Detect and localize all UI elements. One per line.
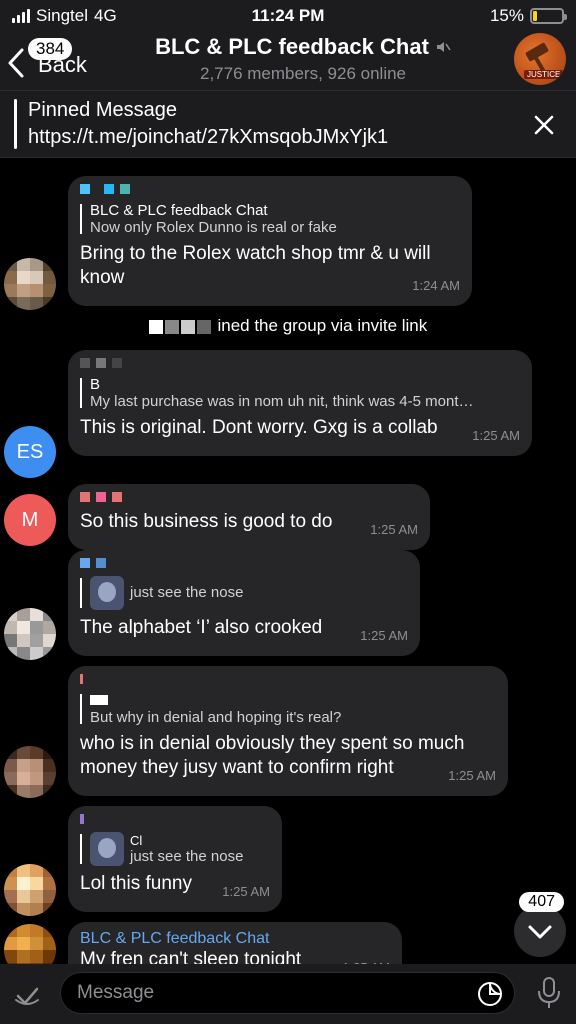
chat-title-text: BLC & PLC feedback Chat [155, 34, 429, 59]
reply-text: My last purchase was in nom uh nit, thin… [90, 393, 474, 410]
group-avatar[interactable]: JUSTICE [514, 33, 566, 85]
avatar[interactable] [4, 608, 56, 660]
message-time: 1:25 AM [222, 884, 270, 899]
message-input[interactable] [60, 972, 515, 1014]
reply-thumbnail [90, 832, 124, 866]
sender-name-redacted [80, 814, 270, 826]
scroll-down-button[interactable] [514, 905, 566, 957]
reply-sender: BLC & PLC feedback Chat [90, 202, 268, 219]
reply-text: just see the nose [130, 584, 244, 602]
reply-text: just see the nose [130, 847, 244, 865]
message-text: Lol this funny 1:25 AM [80, 872, 270, 899]
battery-icon [530, 8, 567, 24]
input-bar [0, 964, 576, 1024]
unread-badge: 384 [28, 38, 73, 60]
reply-preview[interactable]: just see the nose [80, 576, 408, 610]
avatar[interactable]: ES [4, 426, 56, 478]
message-text: The alphabet ‘I’ also crooked 1:25 AM [80, 616, 408, 643]
message-text: Bring to the Rolex watch shop tmr & u wi… [80, 242, 460, 293]
chat-title: BLC & PLC feedback Chat [155, 34, 451, 60]
message-bubble[interactable]: So this business is good to do 1:25 AM [68, 484, 430, 550]
message-time: 1:25 AM [342, 956, 390, 964]
chevron-left-icon [8, 48, 24, 78]
service-message: ined the group via invite link [0, 316, 576, 336]
message-text: who is in denial obviously they spent so… [80, 732, 496, 783]
service-text: ined the group via invite link [217, 316, 428, 335]
battery-percent: 15% [489, 6, 524, 25]
reply-preview[interactable]: Cl just see the nose [80, 832, 270, 866]
message-text: So this business is good to do 1:25 AM [80, 510, 418, 537]
unread-count-badge: 407 [519, 892, 564, 912]
avatar[interactable] [4, 258, 56, 310]
message-time: 1:25 AM [472, 428, 520, 443]
message-bubble[interactable]: Cl just see the nose Lol this funny 1:25 A… [68, 806, 282, 912]
pinned-message[interactable]: Pinned Message https://t.me/joinchat/27k… [0, 90, 576, 158]
avatar[interactable] [4, 864, 56, 916]
avatar[interactable]: M [4, 494, 56, 546]
reply-sender: B [90, 376, 101, 393]
message-time: 1:25 AM [448, 768, 496, 783]
sticker-icon[interactable] [476, 980, 504, 1008]
sender-name-redacted [80, 358, 520, 370]
status-bar: Singtel 4G 11:24 PM 15% [0, 0, 576, 30]
reply-preview[interactable]: But why in denial and hoping it's real? [80, 692, 496, 726]
microphone-icon[interactable] [536, 976, 562, 1010]
pinned-title: Pinned Message [28, 99, 177, 121]
close-icon[interactable] [532, 113, 556, 137]
attach-icon[interactable] [12, 980, 42, 1010]
mute-icon [436, 42, 451, 52]
message-bubble[interactable]: BLC & PLC feedback Chat My fren can't sl… [68, 922, 402, 964]
message-bubble[interactable]: But why in denial and hoping it's real? … [68, 666, 508, 796]
sender-name-redacted [80, 674, 496, 686]
sender-name-redacted [80, 184, 460, 196]
message-text: This is original. Dont worry. Gxg is a c… [80, 416, 520, 443]
message-list[interactable]: BLC & PLC feedback Chat Now only Rolex D… [0, 158, 576, 964]
chevron-down-icon [528, 925, 552, 939]
message-text: My fren can't sleep tonight1:25 AM [80, 948, 390, 964]
reply-text: Now only Rolex Dunno is real or fake [90, 219, 337, 236]
message-bubble[interactable]: BLC & PLC feedback Chat Now only Rolex D… [68, 176, 472, 306]
reply-preview[interactable]: B My last purchase was in nom uh nit, th… [80, 376, 520, 410]
message-time: 1:25 AM [360, 628, 408, 643]
chat-header: Back 384 BLC & PLC feedback Chat 2,776 m… [0, 30, 576, 90]
pinned-link[interactable]: https://t.me/joinchat/27kXmsqobJMxYjk1 [28, 126, 388, 149]
message-time: 1:25 AM [370, 522, 418, 537]
group-avatar-text: JUSTICE [524, 70, 564, 79]
status-right: 15% [489, 6, 567, 26]
chat-subtitle: 2,776 members, 926 online [199, 64, 407, 83]
chat-title-area[interactable]: BLC & PLC feedback Chat 2,776 members, 9… [120, 34, 486, 84]
sender-name-redacted [80, 558, 408, 570]
message-time: 1:24 AM [412, 278, 460, 293]
reply-preview[interactable]: BLC & PLC feedback Chat Now only Rolex D… [80, 202, 460, 236]
message-bubble[interactable]: just see the nose The alphabet ‘I’ also … [68, 550, 420, 656]
reply-text: But why in denial and hoping it's real? [90, 709, 342, 726]
reply-thumbnail [90, 576, 124, 610]
pinned-indicator [14, 99, 17, 149]
message-sender: BLC & PLC feedback Chat [80, 930, 270, 947]
avatar[interactable] [4, 924, 56, 964]
avatar[interactable] [4, 746, 56, 798]
back-button[interactable]: Back 384 [8, 36, 118, 82]
message-bubble[interactable]: B My last purchase was in nom uh nit, th… [68, 350, 532, 456]
sender-name-redacted [80, 492, 418, 504]
reply-sender: Cl [130, 832, 143, 848]
